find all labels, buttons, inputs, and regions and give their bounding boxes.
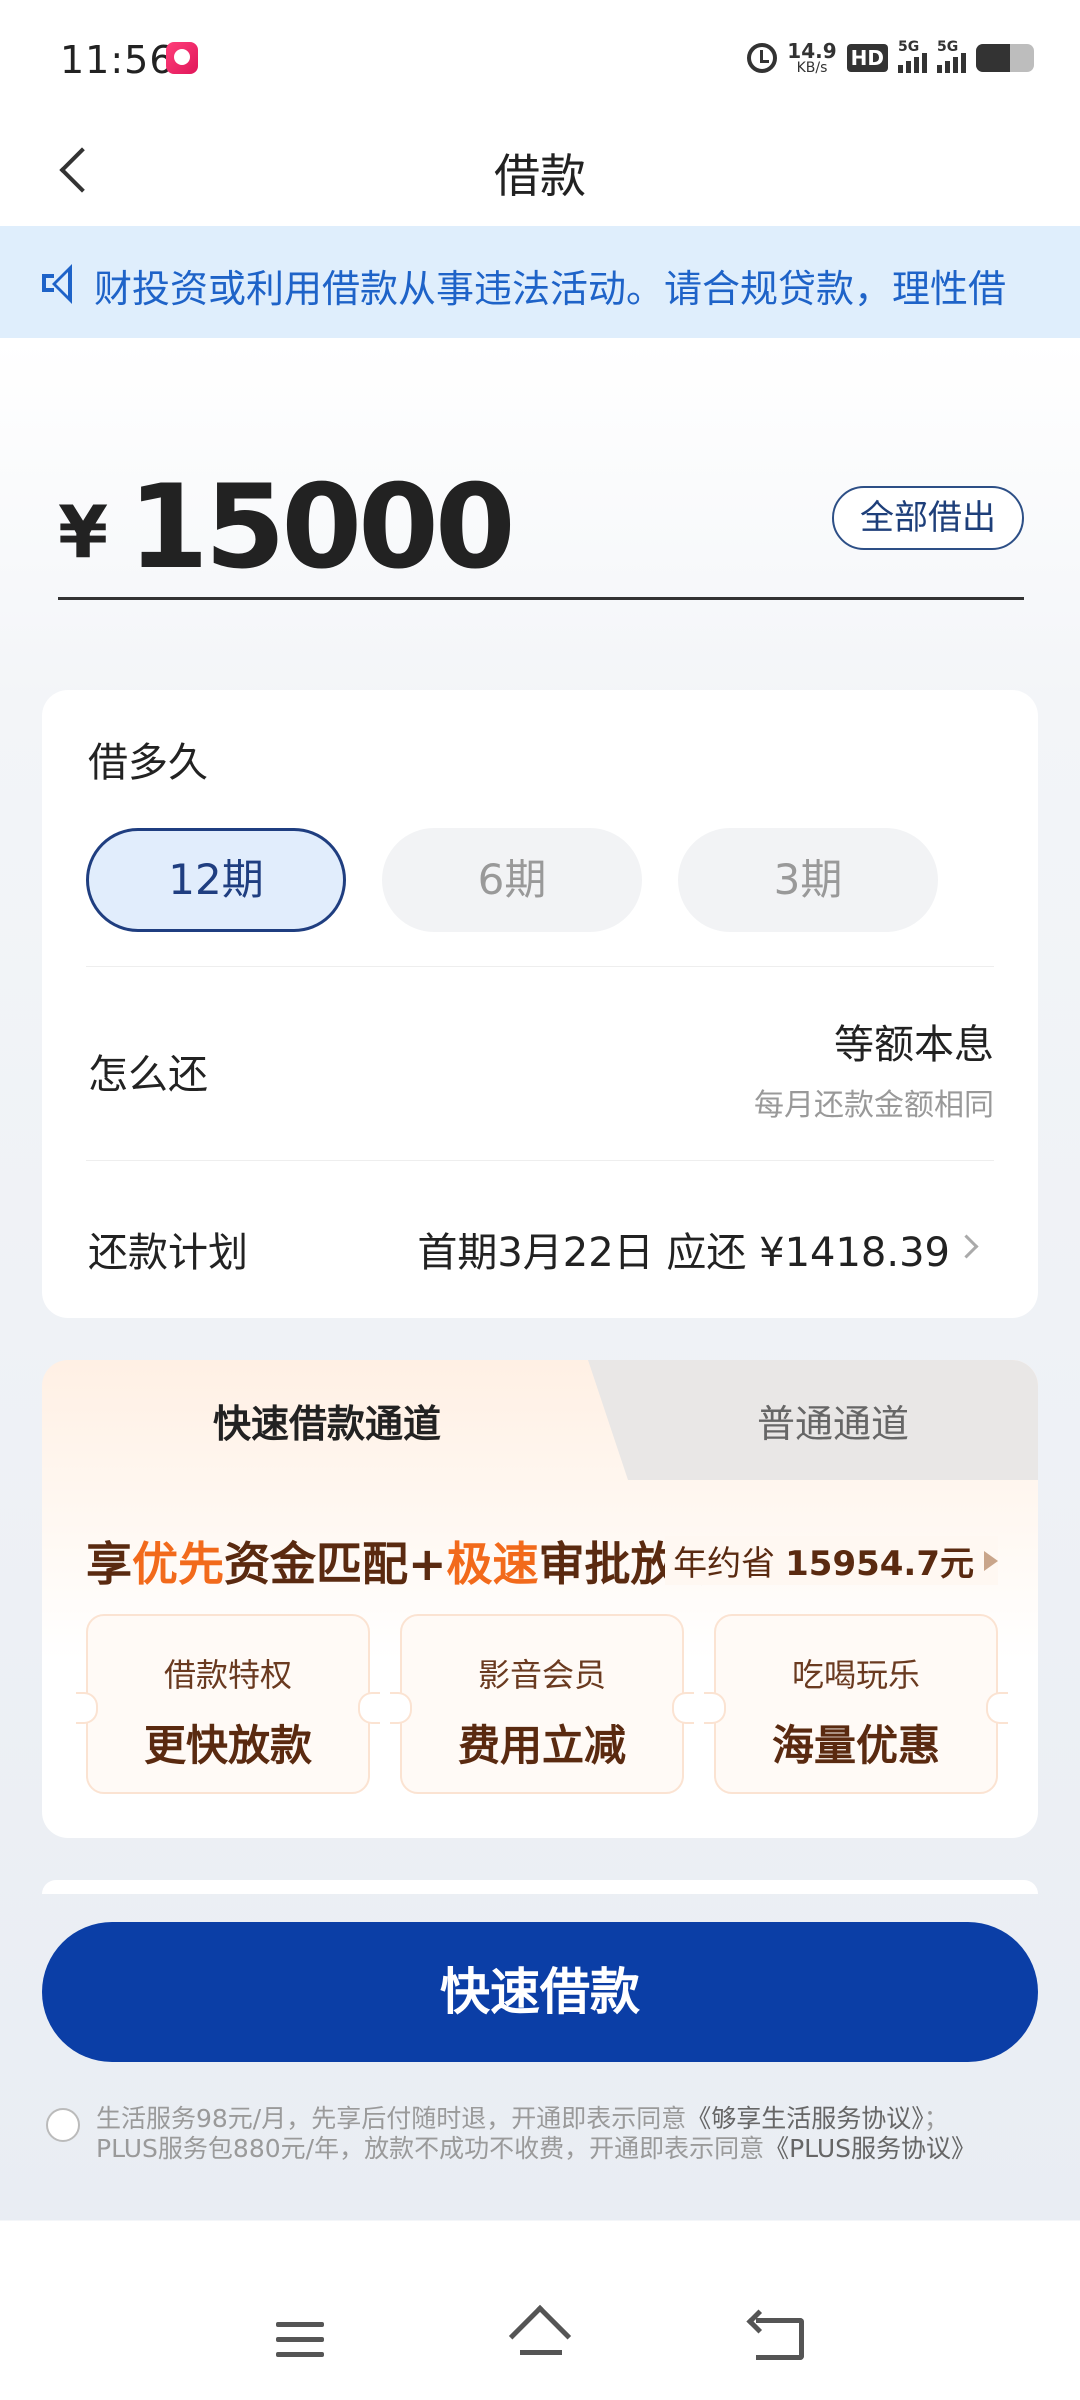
term-section-title: 借多久 (88, 740, 208, 786)
saving-prefix: 年约省 (673, 1544, 776, 1584)
signal-type-label: 5G (898, 39, 920, 55)
repay-plan-value[interactable]: 首期3月22日 应还 ¥1418.39 (417, 1220, 950, 1278)
quick-loan-button[interactable]: 快速借款 (42, 1922, 1038, 2062)
agreement-checkbox[interactable] (46, 2108, 80, 2142)
repay-plan-label: 还款计划 (88, 1230, 248, 1276)
saving-value: 15954.7元 (785, 1544, 974, 1584)
promo-headline: 享优先资金匹配+极速审批放款 (86, 1528, 723, 1594)
status-icons: 14.9 KB/s HD 5G 5G (747, 36, 1034, 80)
home-icon[interactable] (508, 2304, 572, 2368)
promo-text: 资金匹配+ (224, 1537, 447, 1591)
term-options: 12期 6期 3期 (86, 828, 938, 932)
divider (86, 966, 994, 967)
back-icon[interactable] (756, 2318, 804, 2360)
channel-card: 快速借款通道 普通通道 享优先资金匹配+极速审批放款 年约省 15954.7元 借… (42, 1360, 1038, 1838)
next-card-edge (42, 1880, 1038, 1894)
battery-icon (976, 44, 1034, 72)
tab-fast-channel[interactable]: 快速借款通道 (42, 1360, 612, 1480)
notice-bar: 财投资或利用借款从事违法活动。请合规贷款，理性借 (0, 226, 1080, 338)
promo-highlight: 极速 (446, 1537, 539, 1591)
promo-highlight: 优先 (132, 1537, 224, 1591)
perk-title: 费用立减 (457, 1721, 626, 1770)
agreement-line1: 生活服务98元/月，先享后付随时退，开通即表示同意 (96, 2104, 687, 2133)
nav-bar: 借款 (0, 110, 1080, 226)
tab-normal-channel[interactable]: 普通通道 (588, 1360, 1038, 1480)
repay-method-type: 等额本息 (834, 1022, 994, 1068)
loan-details-card: 借多久 12期 6期 3期 怎么还 等额本息 每月还款金额相同 还款计划 首期3… (42, 690, 1038, 1318)
loan-page: 11:56 14.9 KB/s HD 5G 5G 借款 财投资或利用借款从事违法… (0, 0, 1080, 2400)
alarm-icon (747, 43, 778, 73)
perk-subtitle: 借款特权 (163, 1656, 292, 1694)
speaker-icon (42, 264, 84, 304)
loan-amount[interactable]: 15000 (128, 460, 516, 595)
signal-type-label: 5G (937, 39, 959, 55)
net-speed-value: 14.9 (787, 39, 837, 63)
perk-coupon[interactable]: 吃喝玩乐 海量优惠 (704, 1614, 1008, 1794)
tab-normal-label: 普通通道 (756, 1401, 909, 1446)
term-option-12[interactable]: 12期 (86, 828, 346, 932)
chevron-right-icon[interactable] (954, 1228, 988, 1262)
hd-voice-icon: HD (846, 44, 888, 72)
agreement-text: 生活服务98元/月，先享后付随时退，开通即表示同意《够享生活服务协议》； PLU… (96, 2104, 1056, 2164)
play-arrow-icon (984, 1550, 998, 1571)
promo-text: 享 (86, 1537, 132, 1591)
perk-subtitle: 影音会员 (477, 1656, 606, 1694)
status-time: 11:56 (60, 38, 175, 82)
agreement-line2: PLUS服务包880元/年，放款不成功不收费，开通即表示同意 (96, 2134, 765, 2163)
perk-title: 海量优惠 (771, 1721, 940, 1770)
perk-subtitle: 吃喝玩乐 (791, 1656, 920, 1694)
life-service-agreement-link[interactable]: 《够享生活服务协议》 (686, 2104, 924, 2133)
amount-input[interactable]: ¥ 15000 全部借出 (58, 440, 1024, 600)
borrow-all-button[interactable]: 全部借出 (832, 486, 1024, 550)
notice-text: 财投资或利用借款从事违法活动。请合规贷款，理性借 (94, 267, 1007, 311)
annual-saving[interactable]: 年约省 15954.7元 (665, 1536, 998, 1585)
net-speed-unit: KB/s (796, 60, 828, 76)
signal-icon-sim1: 5G (898, 39, 927, 73)
perk-coupon[interactable]: 影音会员 费用立减 (390, 1614, 694, 1794)
perk-coupon[interactable]: 借款特权 更快放款 (76, 1614, 380, 1794)
status-bar: 11:56 14.9 KB/s HD 5G 5G (0, 0, 1080, 110)
plus-agreement-link[interactable]: 《PLUS服务协议》 (764, 2134, 976, 2163)
repay-method-value: 等额本息 每月还款金额相同 (754, 1012, 994, 1124)
menu-icon[interactable] (276, 2322, 324, 2358)
signal-icon-sim2: 5G (937, 39, 966, 73)
term-option-6[interactable]: 6期 (382, 828, 642, 932)
repay-method-label: 怎么还 (88, 1052, 208, 1098)
currency-symbol: ¥ (58, 490, 109, 574)
system-nav-bar (0, 2222, 1080, 2400)
app-notification-icon (166, 42, 198, 74)
net-speed: 14.9 KB/s (787, 41, 836, 75)
term-option-3[interactable]: 3期 (678, 828, 938, 932)
perk-title: 更快放款 (143, 1721, 312, 1770)
page-title: 借款 (494, 149, 586, 203)
divider (86, 1160, 994, 1161)
agreement-punct: ； (923, 2104, 949, 2133)
perk-list: 借款特权 更快放款 影音会员 费用立减 吃喝玩乐 海量优惠 (76, 1614, 1008, 1794)
repay-method-desc: 每月还款金额相同 (754, 1088, 994, 1123)
